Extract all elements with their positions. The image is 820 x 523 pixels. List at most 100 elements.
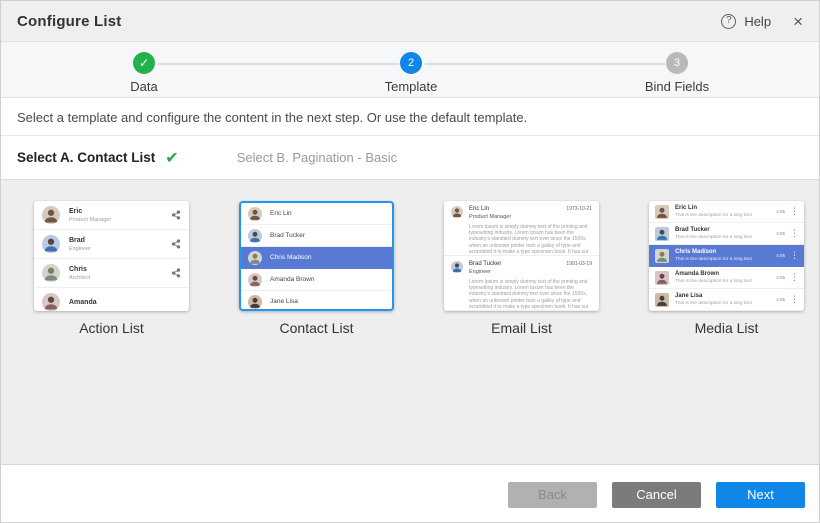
step-bind-fields-label: Bind Fields — [617, 79, 737, 94]
template-label-email-list: Email List — [444, 320, 599, 336]
wizard-stepper: ✓ Data 2 Template 3 Bind Fields — [1, 42, 819, 98]
item-name: Brad Tucker — [270, 232, 305, 239]
contact-list-card[interactable]: Eric Lin Brad Tucker Chris Madison Amand… — [239, 201, 394, 311]
template-gallery: Eric Product Manager Brad Engineer — [1, 180, 819, 464]
select-a-contact-list[interactable]: Select A. Contact List — [17, 150, 155, 165]
select-b-pagination-basic[interactable]: Select B. Pagination - Basic — [237, 150, 397, 165]
more-vert-icon: ⋮ — [790, 251, 798, 260]
item-name: Amanda Brown — [675, 271, 752, 277]
item-time: 4:05 — [776, 297, 785, 302]
dialog-footer: Back Cancel Next — [1, 464, 819, 523]
avatar — [248, 207, 262, 221]
share-icon — [171, 268, 181, 278]
list-item: Brad Tucker — [241, 225, 392, 247]
step-data-check-icon: ✓ — [133, 52, 155, 74]
next-button[interactable]: Next — [716, 482, 805, 508]
avatar — [42, 206, 60, 224]
list-item: Eric Lin This is the description for a l… — [649, 201, 804, 223]
page-title: Configure List — [17, 13, 121, 30]
list-item: Jane Lisa — [241, 291, 392, 311]
avatar — [42, 293, 60, 311]
item-name: Brad Tucker — [675, 227, 752, 233]
action-list-card[interactable]: Eric Product Manager Brad Engineer — [34, 201, 189, 311]
template-label-action-list: Action List — [34, 320, 189, 336]
avatar — [655, 205, 669, 219]
list-item: Amanda Brown This is the description for… — [649, 267, 804, 289]
avatar — [248, 295, 262, 309]
avatar — [655, 249, 669, 263]
close-icon[interactable]: × — [793, 13, 803, 30]
item-name: Brad Tucker — [469, 261, 501, 267]
item-name: Eric Lin — [675, 205, 752, 211]
list-item: Eric Product Manager — [34, 201, 189, 230]
email-list-card[interactable]: Eric Lin Product Manager 1973-10-21 Lore… — [444, 201, 599, 311]
item-description: This is the description for a long text — [675, 235, 752, 240]
list-item-selected: Chris Madison This is the description fo… — [649, 245, 804, 267]
more-vert-icon: ⋮ — [790, 207, 798, 216]
more-vert-icon: ⋮ — [790, 273, 798, 282]
share-icon — [171, 239, 181, 249]
back-button[interactable]: Back — [508, 482, 597, 508]
list-item: Eric Lin Product Manager 1973-10-21 Lore… — [444, 201, 599, 256]
share-icon — [171, 210, 181, 220]
item-body: Lorem Ipsum is simply dummy text of the … — [469, 279, 592, 310]
item-time: 4:05 — [776, 209, 785, 214]
list-item: Amanda Brown — [241, 269, 392, 291]
item-role: Product Manager — [469, 214, 511, 220]
cancel-button[interactable]: Cancel — [612, 482, 701, 508]
avatar — [248, 229, 262, 243]
list-item: Amanda — [34, 288, 189, 311]
avatar — [248, 251, 262, 265]
item-role: Engineer — [469, 269, 501, 275]
more-vert-icon: ⋮ — [790, 295, 798, 304]
avatar — [655, 227, 669, 241]
item-name: Chris — [69, 266, 90, 273]
item-date: 1973-10-21 — [566, 206, 592, 212]
list-item: Brad Tucker Engineer 1991-03-19 Lorem Ip… — [444, 256, 599, 311]
list-item: Jane Lisa This is the description for a … — [649, 289, 804, 311]
template-media-list: Eric Lin This is the description for a l… — [649, 201, 804, 336]
dialog-header: Configure List ? Help × — [1, 1, 819, 42]
item-description: This is the description for a long text — [675, 257, 752, 262]
item-date: 1991-03-19 — [566, 261, 592, 267]
template-contact-list: Eric Lin Brad Tucker Chris Madison Amand… — [239, 201, 394, 336]
selected-check-icon: ✔ — [165, 148, 178, 168]
item-body: Lorem Ipsum is simply dummy text of the … — [469, 224, 592, 255]
step-data[interactable]: ✓ Data — [84, 52, 204, 94]
step-data-label: Data — [84, 79, 204, 94]
template-label-media-list: Media List — [649, 320, 804, 336]
item-time: 4:05 — [776, 231, 785, 236]
avatar — [42, 235, 60, 253]
item-name: Eric — [69, 208, 111, 215]
item-description: This is the description for a long text — [675, 213, 752, 218]
item-role: Product Manager — [69, 217, 111, 223]
item-name: Jane Lisa — [270, 298, 298, 305]
step-template[interactable]: 2 Template — [351, 52, 471, 94]
list-item: Chris Architect — [34, 259, 189, 288]
selection-bar: Select A. Contact List ✔ Select B. Pagin… — [1, 136, 819, 180]
configure-list-dialog: Configure List ? Help × ✓ Data 2 Templat… — [0, 0, 820, 523]
step-template-label: Template — [351, 79, 471, 94]
template-email-list: Eric Lin Product Manager 1973-10-21 Lore… — [444, 201, 599, 336]
help-button[interactable]: Help — [744, 14, 771, 29]
list-item: Eric Lin — [241, 203, 392, 225]
item-name: Eric Lin — [469, 206, 511, 212]
instruction-text: Select a template and configure the cont… — [1, 99, 819, 136]
step-bind-fields[interactable]: 3 Bind Fields — [617, 52, 737, 94]
list-item: Brad Tucker This is the description for … — [649, 223, 804, 245]
item-time: 4:05 — [776, 253, 785, 258]
avatar — [42, 264, 60, 282]
item-role: Architect — [69, 275, 90, 281]
item-name: Brad — [69, 237, 91, 244]
item-description: This is the description for a long text — [675, 279, 752, 284]
more-vert-icon: ⋮ — [790, 229, 798, 238]
list-item-selected: Chris Madison — [241, 247, 392, 269]
media-list-card[interactable]: Eric Lin This is the description for a l… — [649, 201, 804, 311]
avatar — [451, 261, 463, 273]
help-icon[interactable]: ? — [721, 14, 736, 29]
item-name: Chris Madison — [675, 249, 752, 255]
item-role: Engineer — [69, 246, 91, 252]
item-name: Eric Lin — [270, 210, 292, 217]
list-item: Brad Engineer — [34, 230, 189, 259]
item-name: Chris Madison — [270, 254, 312, 261]
